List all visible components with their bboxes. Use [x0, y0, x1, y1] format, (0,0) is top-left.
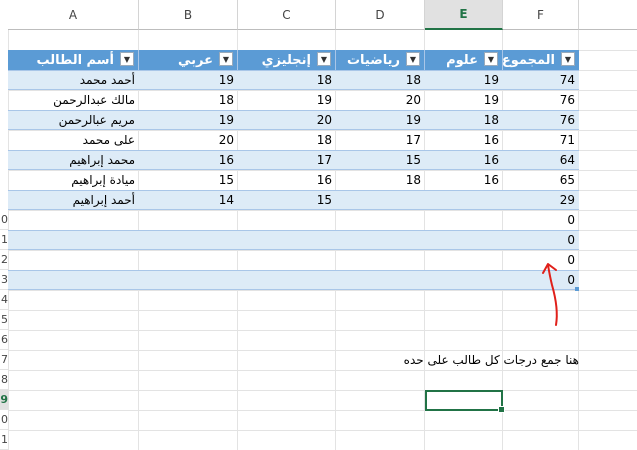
- table-header-math[interactable]: رياضيات ▼: [336, 50, 425, 70]
- spreadsheet[interactable]: A B C D E F 0 1 2 3 4 5 6 7 8 9 0 1 أسم …: [0, 0, 637, 450]
- cell-math[interactable]: 18: [336, 70, 425, 90]
- column-header-a[interactable]: A: [8, 0, 139, 30]
- cell-arabic[interactable]: 14: [139, 190, 238, 210]
- cell-name[interactable]: أحمد محمد: [8, 70, 139, 90]
- cell-science[interactable]: 19: [425, 70, 503, 90]
- filter-dropdown-icon[interactable]: ▼: [120, 52, 134, 66]
- column-header-c[interactable]: C: [238, 0, 336, 30]
- cell-english[interactable]: 18: [238, 130, 336, 150]
- row-number[interactable]: 8: [0, 370, 8, 390]
- row-number[interactable]: 4: [0, 290, 8, 310]
- cell-math[interactable]: [336, 190, 425, 210]
- cell-name[interactable]: مالك عبدالرحمن: [8, 90, 139, 110]
- row-number[interactable]: 7: [0, 350, 8, 370]
- annotation-arrow-icon: [542, 263, 558, 326]
- filter-dropdown-icon[interactable]: ▼: [317, 52, 331, 66]
- row-number[interactable]: 2: [0, 250, 8, 270]
- table-header-science[interactable]: علوم ▼: [425, 50, 503, 70]
- row-number-active[interactable]: 9: [0, 390, 8, 410]
- column-header-empty[interactable]: [579, 0, 637, 30]
- cell-total[interactable]: 64: [503, 150, 579, 170]
- cell-total[interactable]: 65: [503, 170, 579, 190]
- table-header-name[interactable]: أسم الطالب ▼: [8, 50, 139, 70]
- column-header-e[interactable]: E: [425, 0, 503, 30]
- note-text[interactable]: هنا جمع درجات كل طالب على حده: [380, 350, 579, 370]
- table-band: [8, 230, 579, 250]
- cell-science[interactable]: [425, 190, 503, 210]
- cell-arabic[interactable]: 18: [139, 90, 238, 110]
- table-header-arabic[interactable]: عربي ▼: [139, 50, 238, 70]
- filter-dropdown-icon[interactable]: ▼: [561, 52, 575, 66]
- cell-total[interactable]: 76: [503, 90, 579, 110]
- header-label: أسم الطالب: [36, 52, 115, 68]
- cell-english[interactable]: 16: [238, 170, 336, 190]
- cell-english[interactable]: 15: [238, 190, 336, 210]
- header-label: رياضيات: [346, 52, 400, 68]
- cell-total[interactable]: 74: [503, 70, 579, 90]
- cell-english[interactable]: 17: [238, 150, 336, 170]
- cell-total[interactable]: 29: [503, 190, 579, 210]
- row-number[interactable]: 1: [0, 230, 8, 250]
- cell-arabic[interactable]: 16: [139, 150, 238, 170]
- cell-name[interactable]: محمد إبراهيم: [8, 150, 139, 170]
- column-header-b[interactable]: B: [139, 0, 238, 30]
- gridline: [8, 430, 637, 431]
- cell-total[interactable]: 76: [503, 110, 579, 130]
- selected-cell[interactable]: [425, 390, 505, 413]
- cell-name[interactable]: على محمد: [8, 130, 139, 150]
- cell-science[interactable]: 18: [425, 110, 503, 130]
- gridline: [8, 410, 637, 411]
- table-band: [8, 270, 579, 290]
- row-number[interactable]: 1: [0, 430, 8, 450]
- cell-math[interactable]: 20: [336, 90, 425, 110]
- cell-math[interactable]: 18: [336, 170, 425, 190]
- cell-math[interactable]: 19: [336, 110, 425, 130]
- cell-science[interactable]: 19: [425, 90, 503, 110]
- cell-english[interactable]: 18: [238, 70, 336, 90]
- row-number[interactable]: 0: [0, 210, 8, 230]
- header-label: علوم: [446, 52, 478, 68]
- row-number[interactable]: 5: [0, 310, 8, 330]
- cell-total[interactable]: 0: [503, 210, 579, 230]
- cell-arabic[interactable]: 15: [139, 170, 238, 190]
- gridline: [8, 370, 637, 371]
- row-number[interactable]: 3: [0, 270, 8, 290]
- table-header-english[interactable]: إنجليزي ▼: [238, 50, 336, 70]
- cell-math[interactable]: 15: [336, 150, 425, 170]
- cell-science[interactable]: 16: [425, 170, 503, 190]
- cell-total[interactable]: 71: [503, 130, 579, 150]
- filter-dropdown-icon[interactable]: ▼: [406, 52, 420, 66]
- column-header-d[interactable]: D: [336, 0, 425, 30]
- filter-dropdown-icon[interactable]: ▼: [484, 52, 498, 66]
- cell-math[interactable]: 17: [336, 130, 425, 150]
- header-label: المجموع: [501, 52, 555, 68]
- fill-handle[interactable]: [498, 406, 505, 413]
- cell-science[interactable]: 16: [425, 130, 503, 150]
- cell-arabic[interactable]: 19: [139, 110, 238, 130]
- cell-arabic[interactable]: 20: [139, 130, 238, 150]
- header-label: عربي: [177, 52, 213, 68]
- table-header-total[interactable]: المجموع ▼: [501, 50, 579, 70]
- header-label: إنجليزي: [261, 52, 311, 68]
- cell-name[interactable]: ميادة إبراهيم: [8, 170, 139, 190]
- cell-name[interactable]: مريم عبالرحمن: [8, 110, 139, 130]
- cell-english[interactable]: 20: [238, 110, 336, 130]
- cell-name[interactable]: أحمد إبراهيم: [8, 190, 139, 210]
- filter-dropdown-icon[interactable]: ▼: [219, 52, 233, 66]
- cell-total[interactable]: 0: [503, 230, 579, 250]
- row-number[interactable]: 6: [0, 330, 8, 350]
- cell-arabic[interactable]: 19: [139, 70, 238, 90]
- cell-science[interactable]: 16: [425, 150, 503, 170]
- cell-english[interactable]: 19: [238, 90, 336, 110]
- gridline: [8, 390, 637, 391]
- row-number[interactable]: 0: [0, 410, 8, 430]
- column-header-f[interactable]: F: [503, 0, 579, 30]
